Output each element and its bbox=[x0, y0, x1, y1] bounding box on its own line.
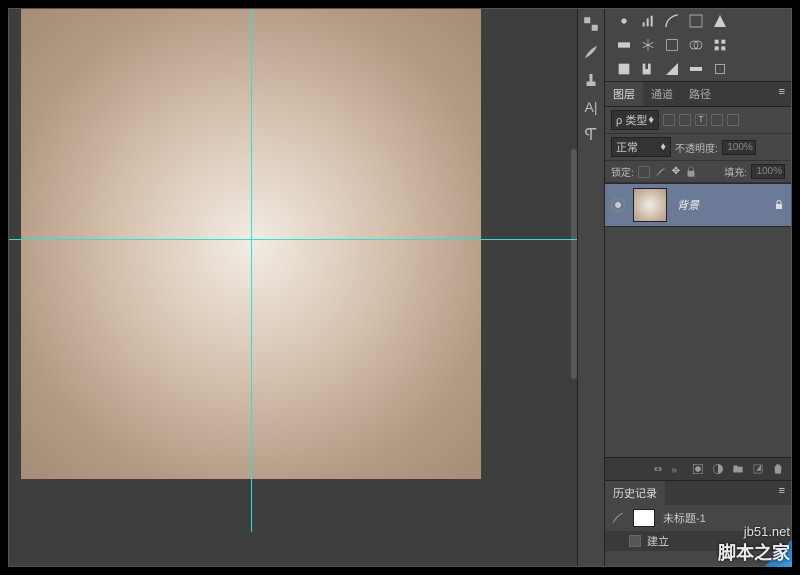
lock-transparent-icon[interactable] bbox=[638, 166, 650, 178]
fill-input[interactable]: 100% bbox=[751, 164, 785, 179]
adjustment-layer-icon[interactable] bbox=[711, 462, 725, 476]
history-doc-name: 未标题-1 bbox=[663, 510, 706, 526]
opacity-input[interactable]: 100% bbox=[722, 140, 756, 155]
color-balance-icon[interactable] bbox=[639, 37, 657, 53]
svg-text:fx: fx bbox=[672, 468, 678, 475]
history-step-icon bbox=[629, 535, 641, 547]
adjustments-row-3 bbox=[605, 57, 791, 81]
group-icon[interactable] bbox=[731, 462, 745, 476]
paragraph-icon[interactable] bbox=[582, 125, 600, 143]
opacity-label: 不透明度: bbox=[675, 140, 718, 155]
mask-icon[interactable] bbox=[691, 462, 705, 476]
scrollbar-vertical[interactable] bbox=[571, 149, 577, 379]
fill-label: 填充: bbox=[724, 164, 747, 179]
brightness-icon[interactable] bbox=[615, 13, 633, 29]
filter-pixel-icon[interactable] bbox=[663, 114, 675, 126]
lock-move-icon[interactable]: ✥ bbox=[672, 166, 680, 177]
lock-label: 锁定: bbox=[611, 164, 634, 179]
clone-stamp-icon[interactable] bbox=[582, 71, 600, 89]
guide-vertical[interactable] bbox=[251, 9, 252, 532]
history-snapshot-row[interactable]: 未标题-1 bbox=[605, 505, 791, 531]
fx-icon[interactable]: fx bbox=[671, 462, 685, 476]
filter-text-icon[interactable]: T bbox=[695, 114, 707, 126]
channel-mixer-icon[interactable] bbox=[711, 37, 729, 53]
filter-shape-icon[interactable] bbox=[711, 114, 723, 126]
selective-color-icon[interactable] bbox=[711, 61, 729, 77]
curves-icon[interactable] bbox=[663, 13, 681, 29]
adjustments-row-2 bbox=[605, 33, 791, 57]
lock-row: 锁定: ✥ 填充: 100% bbox=[605, 161, 791, 183]
invert-icon[interactable] bbox=[615, 61, 633, 77]
history-menu-icon[interactable]: ≡ bbox=[773, 481, 791, 505]
lock-all-icon[interactable] bbox=[684, 165, 698, 179]
panel-tabs: 图层 通道 路径 ≡ bbox=[605, 81, 791, 107]
guide-horizontal[interactable] bbox=[9, 239, 577, 240]
blend-row: 正常♦ 不透明度: 100% bbox=[605, 134, 791, 161]
layer-name-label[interactable]: 背景 bbox=[677, 197, 773, 213]
threshold-icon[interactable] bbox=[663, 61, 681, 77]
layer-thumbnail[interactable] bbox=[633, 188, 667, 222]
filter-adjust-icon[interactable] bbox=[679, 114, 691, 126]
levels-icon[interactable] bbox=[639, 13, 657, 29]
gradient-map-icon[interactable] bbox=[687, 61, 705, 77]
blend-mode-select[interactable]: 正常♦ bbox=[611, 137, 671, 157]
vertical-toolbar: A| bbox=[577, 9, 605, 566]
filter-smart-icon[interactable] bbox=[727, 114, 739, 126]
hue-icon[interactable] bbox=[615, 37, 633, 53]
layers-list: 背景 bbox=[605, 183, 791, 457]
filter-type-select[interactable]: ρ 类型♦ bbox=[611, 110, 659, 130]
visibility-toggle[interactable] bbox=[611, 198, 625, 212]
filter-row: ρ 类型♦ T bbox=[605, 107, 791, 134]
canvas-area[interactable] bbox=[9, 9, 577, 566]
trash-icon[interactable] bbox=[771, 462, 785, 476]
lock-icon[interactable] bbox=[773, 199, 785, 211]
text-tool-icon[interactable]: A| bbox=[585, 99, 598, 115]
brush-icon[interactable] bbox=[582, 43, 600, 61]
exposure-icon[interactable] bbox=[687, 13, 705, 29]
tab-layers[interactable]: 图层 bbox=[605, 82, 643, 106]
tab-channels[interactable]: 通道 bbox=[643, 82, 681, 106]
photo-filter-icon[interactable] bbox=[687, 37, 705, 53]
layers-footer: fx bbox=[605, 457, 791, 480]
history-thumbnail bbox=[633, 509, 655, 527]
panel-menu-icon[interactable]: ≡ bbox=[773, 82, 791, 106]
history-step-label: 建立 bbox=[647, 533, 669, 549]
right-panels: 图层 通道 路径 ≡ ρ 类型♦ T 正常♦ 不透明度: 100% 锁定: ✥ … bbox=[605, 9, 791, 566]
tab-history[interactable]: 历史记录 bbox=[605, 481, 665, 505]
history-tabs: 历史记录 ≡ bbox=[605, 480, 791, 505]
tab-paths[interactable]: 路径 bbox=[681, 82, 719, 106]
lock-brush-icon[interactable] bbox=[654, 165, 668, 179]
brush-history-icon bbox=[611, 511, 625, 525]
link-layers-icon[interactable] bbox=[651, 462, 665, 476]
bw-icon[interactable] bbox=[663, 37, 681, 53]
layer-row-background[interactable]: 背景 bbox=[605, 183, 791, 227]
vibrance-icon[interactable] bbox=[711, 13, 729, 29]
posterize-icon[interactable] bbox=[639, 61, 657, 77]
page-curl-decoration bbox=[762, 541, 792, 567]
new-layer-icon[interactable] bbox=[751, 462, 765, 476]
swap-panels-icon[interactable] bbox=[582, 15, 600, 33]
adjustments-row-1 bbox=[605, 9, 791, 33]
